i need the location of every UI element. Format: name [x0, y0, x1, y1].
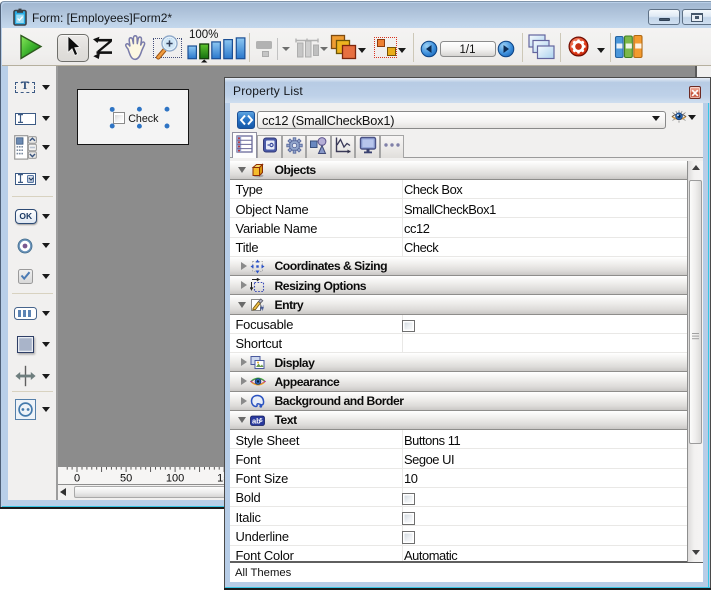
svg-text:50: 50 [119, 473, 131, 484]
svg-text:0: 0 [73, 473, 79, 484]
svg-text:#: # [260, 306, 264, 313]
svg-text:100: 100 [165, 473, 183, 484]
svg-text:5: 5 [260, 418, 263, 424]
